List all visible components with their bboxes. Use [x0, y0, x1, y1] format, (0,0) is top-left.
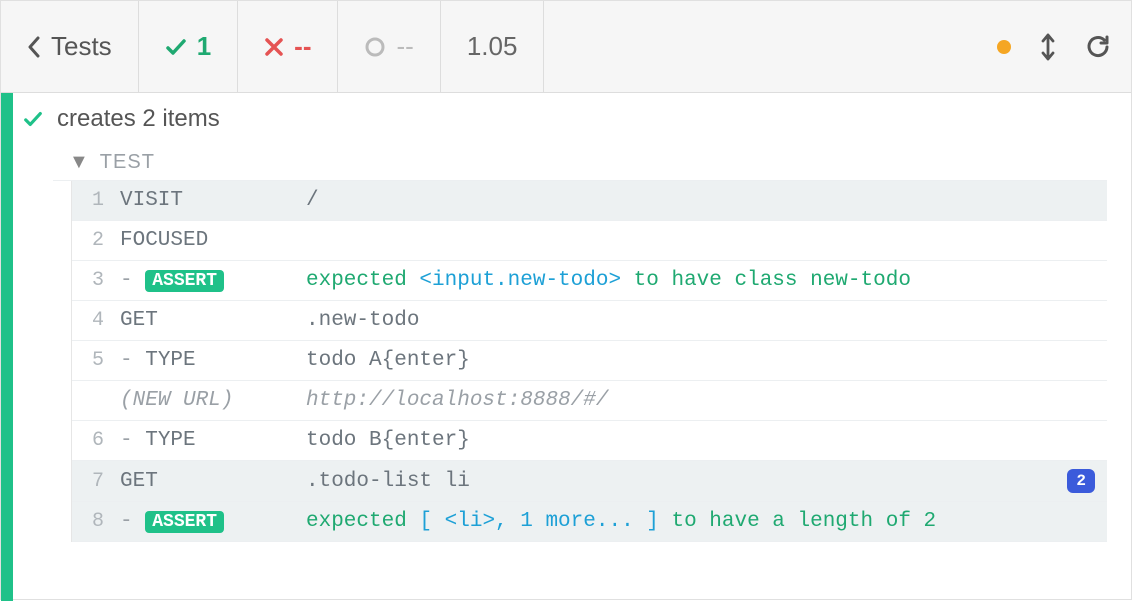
command-meta: 2 [1067, 469, 1095, 493]
test-title: creates 2 items [57, 105, 220, 133]
line-number: 7 [72, 470, 114, 493]
reload-icon [1085, 34, 1111, 60]
assert-value: 2 [911, 510, 936, 533]
test-title-row[interactable]: creates 2 items [13, 93, 1131, 145]
command-name: GET [120, 309, 300, 332]
toolbar-spacer [544, 1, 997, 92]
passed-counter[interactable]: 1 [139, 1, 238, 92]
assert-selector: <input.new-todo> [407, 269, 634, 292]
command-row[interactable]: 4 GET .new-todo [72, 301, 1107, 341]
toolbar: Tests 1 -- -- 1.05 [1, 1, 1131, 93]
content: creates 2 items ▼ TEST 1VISIT/2FOCUSED3-… [13, 93, 1131, 601]
command-message: / [306, 189, 1089, 212]
line-number: 5 [72, 349, 114, 372]
back-button[interactable]: Tests [1, 1, 139, 92]
command-message: expected [ <li>, 1 more... ] to have a l… [306, 510, 1089, 533]
line-number: 3 [72, 269, 114, 292]
command-name: (NEW URL) [120, 389, 300, 412]
assert-badge: ASSERT [145, 511, 224, 533]
chevron-left-icon [27, 36, 41, 58]
resize-icon [1041, 33, 1055, 61]
check-icon [23, 109, 43, 129]
assert-badge: ASSERT [145, 270, 224, 292]
line-number: 2 [72, 229, 114, 252]
command-event-row[interactable]: (NEW URL) http://localhost:8888/#/ [72, 381, 1107, 421]
command-name: - TYPE [120, 429, 300, 452]
assert-keyword: expected [306, 510, 407, 533]
child-dash: - [120, 510, 145, 533]
command-name: - ASSERT [120, 269, 300, 292]
command-name: - TYPE [120, 349, 300, 372]
check-icon [165, 36, 187, 58]
command-name: GET [120, 470, 300, 493]
assert-keyword: to have class [634, 269, 798, 292]
passed-count: 1 [197, 31, 211, 62]
line-number: 8 [72, 510, 114, 533]
x-icon [264, 37, 284, 57]
child-dash: - [120, 429, 145, 452]
pass-indicator-bar [1, 93, 13, 601]
section-header[interactable]: ▼ TEST [53, 145, 1107, 181]
line-number: 4 [72, 309, 114, 332]
duration-value: 1.05 [467, 31, 518, 62]
failed-counter[interactable]: -- [238, 1, 338, 92]
command-row[interactable]: 1 VISIT / [72, 181, 1107, 221]
command-message: .todo-list li [306, 470, 1061, 493]
command-message: todo B{enter} [306, 429, 1089, 452]
status-dot-icon [997, 40, 1011, 54]
circle-icon [364, 36, 386, 58]
caret-down-icon: ▼ [69, 151, 90, 174]
command-message: .new-todo [306, 309, 1089, 332]
child-dash: - [120, 349, 145, 372]
line-number: 1 [72, 189, 114, 212]
back-label: Tests [51, 31, 112, 62]
assert-keyword: expected [306, 269, 407, 292]
command-tree: ▼ TEST 1VISIT/2FOCUSED3- ASSERTexpected … [13, 145, 1131, 542]
failed-count: -- [294, 31, 311, 62]
line-number: 6 [72, 429, 114, 452]
command-message: http://localhost:8888/#/ [306, 389, 1089, 412]
command-message: expected <input.new-todo> to have class … [306, 269, 1089, 292]
command-row[interactable]: 5 - TYPE todo A{enter} [72, 341, 1107, 381]
command-row[interactable]: 2 FOCUSED [72, 221, 1107, 261]
pending-counter[interactable]: -- [338, 1, 440, 92]
duration-display: 1.05 [441, 1, 545, 92]
command-row[interactable]: 3- ASSERTexpected <input.new-todo> to ha… [72, 261, 1107, 301]
command-row[interactable]: 8- ASSERTexpected [ <li>, 1 more... ] to… [72, 502, 1107, 542]
pending-count: -- [396, 31, 413, 62]
command-message: todo A{enter} [306, 349, 1089, 372]
resize-button[interactable] [1041, 33, 1055, 61]
command-list: 1VISIT/2FOCUSED3- ASSERTexpected <input.… [71, 181, 1107, 542]
assert-keyword: to have a length of [671, 510, 910, 533]
assert-value: new-todo [798, 269, 911, 292]
command-row[interactable]: 6 - TYPE todo B{enter} [72, 421, 1107, 461]
count-badge: 2 [1067, 469, 1095, 493]
assert-selector: [ <li>, 1 more... ] [407, 510, 672, 533]
command-name: FOCUSED [120, 229, 300, 252]
section-label: TEST [100, 151, 155, 174]
command-name: VISIT [120, 189, 300, 212]
child-dash: - [120, 269, 145, 292]
body-area: creates 2 items ▼ TEST 1VISIT/2FOCUSED3-… [1, 93, 1131, 601]
command-name: - ASSERT [120, 510, 300, 533]
command-row[interactable]: 7 GET .todo-list li 2 [72, 461, 1107, 502]
reload-button[interactable] [1085, 34, 1111, 60]
toolbar-right [997, 1, 1131, 92]
